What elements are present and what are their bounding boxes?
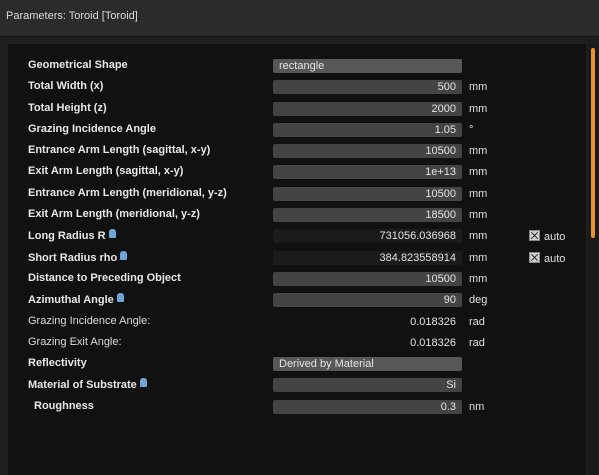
parameter-unit: mm	[469, 187, 488, 200]
parameter-label: Reflectivity	[28, 357, 87, 369]
parameter-row: Grazing Incidence Angle 1.05 °	[8, 120, 586, 141]
parameter-unit: mm	[469, 145, 488, 158]
parameter-label: Grazing Incidence Angle	[28, 123, 156, 135]
parameter-label-text: Entrance Arm Length (meridional, y-z)	[28, 186, 227, 199]
parameter-label-text: Total Width (x)	[28, 80, 104, 93]
parameter-unit: °	[469, 123, 474, 136]
parameter-row: Grazing Incidence Angle: 0.018326 rad	[8, 312, 586, 333]
auto-checkbox[interactable]	[529, 251, 540, 263]
parameter-label: Geometrical Shape	[28, 59, 128, 71]
parameter-label: Distance to Preceding Object	[28, 272, 181, 284]
parameter-label: Grazing Incidence Angle:	[28, 315, 150, 327]
auto-checkbox[interactable]	[529, 230, 540, 242]
parameter-label-text: Short Radius rho	[28, 251, 118, 264]
parameter-row: Exit Arm Length (meridional, y-z) 18500 mm	[8, 205, 586, 226]
parameter-row: Entrance Arm Length (sagittal, x-y) 10500…	[8, 141, 586, 162]
parameter-input[interactable]: 10500	[273, 186, 462, 201]
info-icon[interactable]	[108, 229, 116, 239]
parameter-label-text: Exit Arm Length (sagittal, x-y)	[28, 165, 184, 178]
parameter-unit: rad	[469, 336, 485, 349]
auto-label: auto	[544, 231, 566, 244]
parameter-label: Entrance Arm Length (meridional, y-z)	[28, 187, 227, 199]
info-icon[interactable]	[120, 250, 128, 260]
parameter-row: Geometrical Shape rectangle	[8, 56, 586, 77]
parameter-unit: mm	[469, 209, 488, 222]
parameter-row: Azimuthal Angle 90 deg	[8, 290, 586, 311]
parameter-row: Short Radius rho 384.823558914 mm auto	[8, 248, 586, 269]
parameter-label-text: Exit Arm Length (meridional, y-z)	[28, 208, 200, 221]
parameter-list: Geometrical Shape rectangle Total Width (x…	[8, 56, 586, 418]
parameter-label-text: Distance to Preceding Object	[28, 271, 181, 284]
parameter-label: Azimuthal Angle	[28, 293, 124, 306]
info-icon[interactable]	[139, 378, 147, 388]
parameter-row: Roughness 0.3 nm	[8, 397, 586, 418]
parameter-unit: mm	[469, 230, 488, 243]
auto-toggle[interactable]: auto	[529, 230, 565, 244]
parameter-input[interactable]: 10500	[273, 271, 462, 286]
parameter-row: Distance to Preceding Object 10500 mm	[8, 269, 586, 290]
parameters-panel: Geometrical Shape rectangle Total Width (x…	[8, 44, 586, 475]
parameter-label: Roughness	[34, 400, 94, 412]
parameter-label-text: Total Height (z)	[28, 101, 107, 114]
parameter-label: Grazing Exit Angle:	[28, 336, 122, 348]
auto-label: auto	[544, 252, 566, 265]
parameter-label: Short Radius rho	[28, 250, 128, 264]
parameter-input[interactable]: Si	[273, 378, 462, 393]
parameter-unit: deg	[469, 294, 488, 307]
parameter-dropdown[interactable]: Derived by Material	[273, 357, 462, 372]
parameter-label-text: Roughness	[34, 399, 94, 412]
parameter-label: Entrance Arm Length (sagittal, x-y)	[28, 144, 210, 156]
parameter-row: Entrance Arm Length (meridional, y-z) 105…	[8, 184, 586, 205]
info-icon[interactable]	[116, 293, 124, 303]
parameter-unit: rad	[469, 315, 485, 328]
auto-toggle[interactable]: auto	[529, 251, 566, 266]
window-header: Parameters: Toroid [Toroid]	[0, 0, 599, 37]
parameter-input[interactable]: 500	[273, 80, 462, 95]
parameter-label: Total Height (z)	[28, 102, 107, 114]
parameter-label: Exit Arm Length (sagittal, x-y)	[28, 165, 183, 177]
parameter-row: Long Radius R 731056.036968 mm auto	[8, 226, 586, 247]
parameter-input[interactable]: 731056.036968	[273, 229, 462, 244]
parameter-unit: mm	[469, 272, 488, 285]
parameter-input[interactable]: 1e+13	[273, 165, 462, 180]
parameter-unit: mm	[469, 102, 488, 115]
parameter-label-text: Geometrical Shape	[28, 59, 128, 71]
parameter-label-text: Material of Substrate	[28, 379, 137, 392]
parameter-unit: mm	[469, 81, 488, 94]
parameter-input[interactable]: 90	[273, 293, 462, 308]
parameter-input[interactable]: 0.3	[273, 399, 462, 414]
parameter-label-text: Azimuthal Angle	[28, 294, 114, 307]
parameter-row: Material of Substrate Si	[8, 375, 586, 396]
vertical-scrollbar[interactable]	[588, 44, 598, 475]
parameter-unit: mm	[469, 251, 488, 264]
parameter-unit: mm	[469, 166, 488, 179]
parameter-label: Long Radius R	[28, 229, 116, 242]
parameter-label-text: Reflectivity	[28, 357, 87, 370]
parameter-value: 0.018326	[410, 336, 456, 349]
parameter-row: Reflectivity Derived by Material	[8, 354, 586, 375]
parameter-row: Total Width (x) 500 mm	[8, 77, 586, 98]
parameter-label-text: Grazing Incidence Angle	[28, 122, 156, 135]
window-title: Parameters: Toroid [Toroid]	[6, 10, 138, 22]
scrollbar-thumb[interactable]	[591, 48, 595, 238]
parameter-value: 0.018326	[410, 315, 456, 328]
parameter-label-text: Entrance Arm Length (sagittal, x-y)	[28, 144, 211, 157]
parameter-input[interactable]: 2000	[273, 101, 462, 116]
parameter-label: Total Width (x)	[28, 80, 103, 92]
parameter-dropdown[interactable]: rectangle	[273, 59, 462, 73]
parameter-label: Exit Arm Length (meridional, y-z)	[28, 208, 200, 220]
parameter-input[interactable]: 384.823558914	[273, 250, 462, 265]
parameter-input[interactable]: 10500	[273, 144, 462, 159]
parameter-input[interactable]: 1.05	[273, 122, 462, 137]
parameter-row: Exit Arm Length (sagittal, x-y) 1e+13 mm	[8, 162, 586, 183]
parameter-label-text: Long Radius R	[28, 230, 106, 243]
parameter-unit: nm	[469, 400, 485, 413]
parameter-input[interactable]: 18500	[273, 208, 462, 223]
parameter-row: Total Height (z) 2000 mm	[8, 99, 586, 120]
parameter-label-text: Grazing Exit Angle:	[28, 335, 122, 348]
parameter-row: Grazing Exit Angle: 0.018326 rad	[8, 333, 586, 354]
parameter-label-text: Grazing Incidence Angle:	[28, 314, 151, 327]
parameter-label: Material of Substrate	[28, 378, 147, 391]
